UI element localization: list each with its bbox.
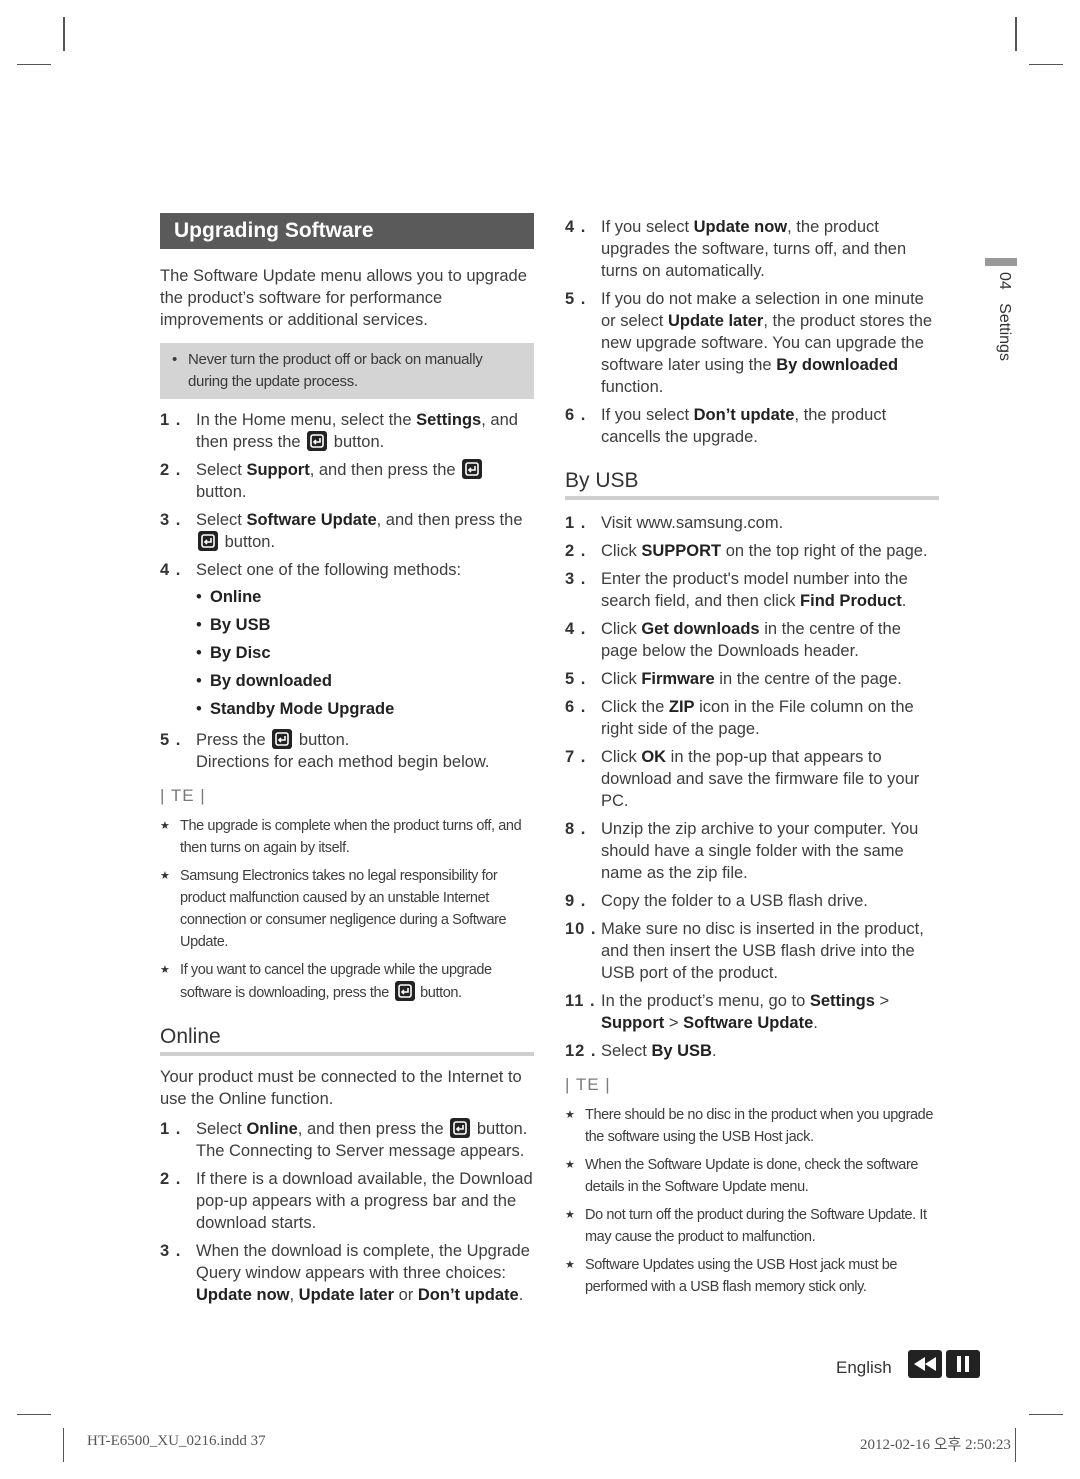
note-item: ★ If you want to cancel the upgrade whil… <box>160 959 534 1004</box>
bullet-icon: • <box>196 700 202 718</box>
star-icon: ★ <box>565 1259 575 1271</box>
crop-mark <box>17 64 51 65</box>
star-icon: ★ <box>565 1209 575 1221</box>
bullet-icon: • <box>196 616 202 634</box>
online-intro: Your product must be connected to the In… <box>160 1068 522 1108</box>
list-item: 2 . Select Support, and then press the b… <box>160 459 534 503</box>
chapter-tab: 04 Settings <box>985 258 1017 361</box>
crop-mark <box>17 1414 51 1415</box>
setup-steps: 1 . In the Home menu, select the Setting… <box>160 409 534 773</box>
chapter-number: 04 <box>996 272 1013 290</box>
right-column: 4 . If you select Update now, the produc… <box>565 216 939 1304</box>
method-item: • By USB <box>196 611 534 639</box>
bullet-icon: • <box>172 351 177 368</box>
list-item: 3 . When the download is complete, the U… <box>160 1242 530 1304</box>
note-item: ★ Software Updates using the USB Host jac… <box>565 1254 939 1298</box>
list-item: 6 . Click the ZIP icon in the File column… <box>565 698 914 738</box>
list-item: 4 . Select one of the following methods: <box>160 561 462 579</box>
section-heading-online: Online <box>160 1026 534 1056</box>
list-item: 7 . Click OK in the pop-up that appears t… <box>565 748 920 810</box>
caution-box: • Never turn the product off or back on … <box>160 343 534 399</box>
list-item: 9 . Copy the folder to a USB flash drive. <box>565 892 868 910</box>
note-item: ★ Do not turn off the product during the … <box>565 1204 939 1248</box>
list-item: 5 . Press the button. Directions for eac… <box>160 729 490 771</box>
enter-icon <box>462 459 483 479</box>
crop-mark <box>1029 64 1063 65</box>
left-column: Upgrading Software The Software Update m… <box>160 213 534 1312</box>
list-item: 3 . Select Software Update, and then pre… <box>160 511 523 551</box>
star-icon: ★ <box>160 964 170 976</box>
list-item: 11 . In the product’s menu, go to Settin… <box>565 992 890 1032</box>
method-item: • By Disc <box>196 639 534 667</box>
method-item: • Online <box>196 583 534 611</box>
usb-steps: 1 . Visit www.samsung.com. 2 . Click SUPPOR… <box>565 512 939 984</box>
list-item: 6 . If you select Don’t update, the prod… <box>565 406 887 446</box>
method-item: • By downloaded <box>196 667 534 695</box>
methods-list: • Online • By USB • By Disc • By downloaded … <box>196 583 534 723</box>
enter-icon <box>450 1118 471 1138</box>
crop-mark <box>63 17 65 51</box>
star-icon: ★ <box>565 1109 575 1121</box>
section-heading-by-usb: By USB <box>565 470 939 500</box>
note-item: ★ Samsung Electronics takes no legal resp… <box>160 865 534 953</box>
list-item: 3 . Enter the product's model number into… <box>565 570 908 610</box>
footer-nav: English <box>836 1350 980 1378</box>
intro-paragraph: The Software Update menu allows you to u… <box>160 267 527 329</box>
list-item: 5 . Click Firmware in the centre of the p… <box>565 670 902 688</box>
note-item: ★ There should be no disc in the product … <box>565 1104 939 1148</box>
note-label: | TE | <box>565 1075 611 1094</box>
enter-icon <box>394 981 415 1001</box>
list-item: 4 . Click Get downloads in the centre of … <box>565 620 901 660</box>
method-item: • Standby Mode Upgrade <box>196 695 534 723</box>
notes-list: ★ There should be no disc in the product … <box>565 1104 939 1298</box>
list-item: 2 . If there is a download available, th… <box>160 1170 533 1232</box>
list-item: 1 . Select Online, and then press the bu… <box>160 1118 528 1160</box>
list-item: 2 . Click SUPPORT on the top right of the… <box>565 542 928 560</box>
rewind-icon[interactable] <box>907 1350 942 1378</box>
timestamp-slug: 2012-02-16 오후 2:50:23 <box>860 1437 1011 1453</box>
crop-mark <box>63 1428 64 1462</box>
caution-text: Never turn the product off or back on ma… <box>188 351 483 390</box>
star-icon: ★ <box>160 820 170 832</box>
list-item: 1 . In the Home menu, select the Setting… <box>160 411 518 451</box>
note-item: ★ When the Software Update is done, check… <box>565 1154 939 1198</box>
list-item: 4 . If you select Update now, the produc… <box>565 218 907 280</box>
list-item: 1 . Visit www.samsung.com. <box>565 514 784 532</box>
list-item: 5 . If you do not make a selection in on… <box>565 290 933 396</box>
bullet-icon: • <box>196 644 202 662</box>
star-icon: ★ <box>160 870 170 882</box>
language-label: English <box>836 1358 892 1377</box>
bullet-icon: • <box>196 588 202 606</box>
chapter-label: Settings <box>996 303 1013 361</box>
list-item: 10 . Make sure no disc is inserted in the… <box>565 920 924 982</box>
star-icon: ★ <box>565 1159 575 1171</box>
chapter-bar <box>985 258 1017 266</box>
notes-list: ★ The upgrade is complete when the produc… <box>160 815 534 1004</box>
list-item: 8 . Unzip the zip archive to your compute… <box>565 820 919 882</box>
crop-mark <box>1029 1414 1063 1415</box>
bullet-icon: • <box>196 672 202 690</box>
note-label: | TE | <box>160 786 206 805</box>
list-item: 12 . Select By USB. <box>565 1042 717 1060</box>
crop-mark <box>1015 1428 1016 1462</box>
page-title: Upgrading Software <box>160 213 534 249</box>
enter-icon <box>307 431 328 451</box>
crop-mark <box>1015 17 1017 51</box>
enter-icon <box>272 729 293 749</box>
pause-icon[interactable] <box>945 1350 980 1378</box>
file-slug: HT-E6500_XU_0216.indd 37 <box>87 1433 266 1449</box>
enter-icon <box>198 531 218 551</box>
note-item: ★ The upgrade is complete when the produc… <box>160 815 534 859</box>
